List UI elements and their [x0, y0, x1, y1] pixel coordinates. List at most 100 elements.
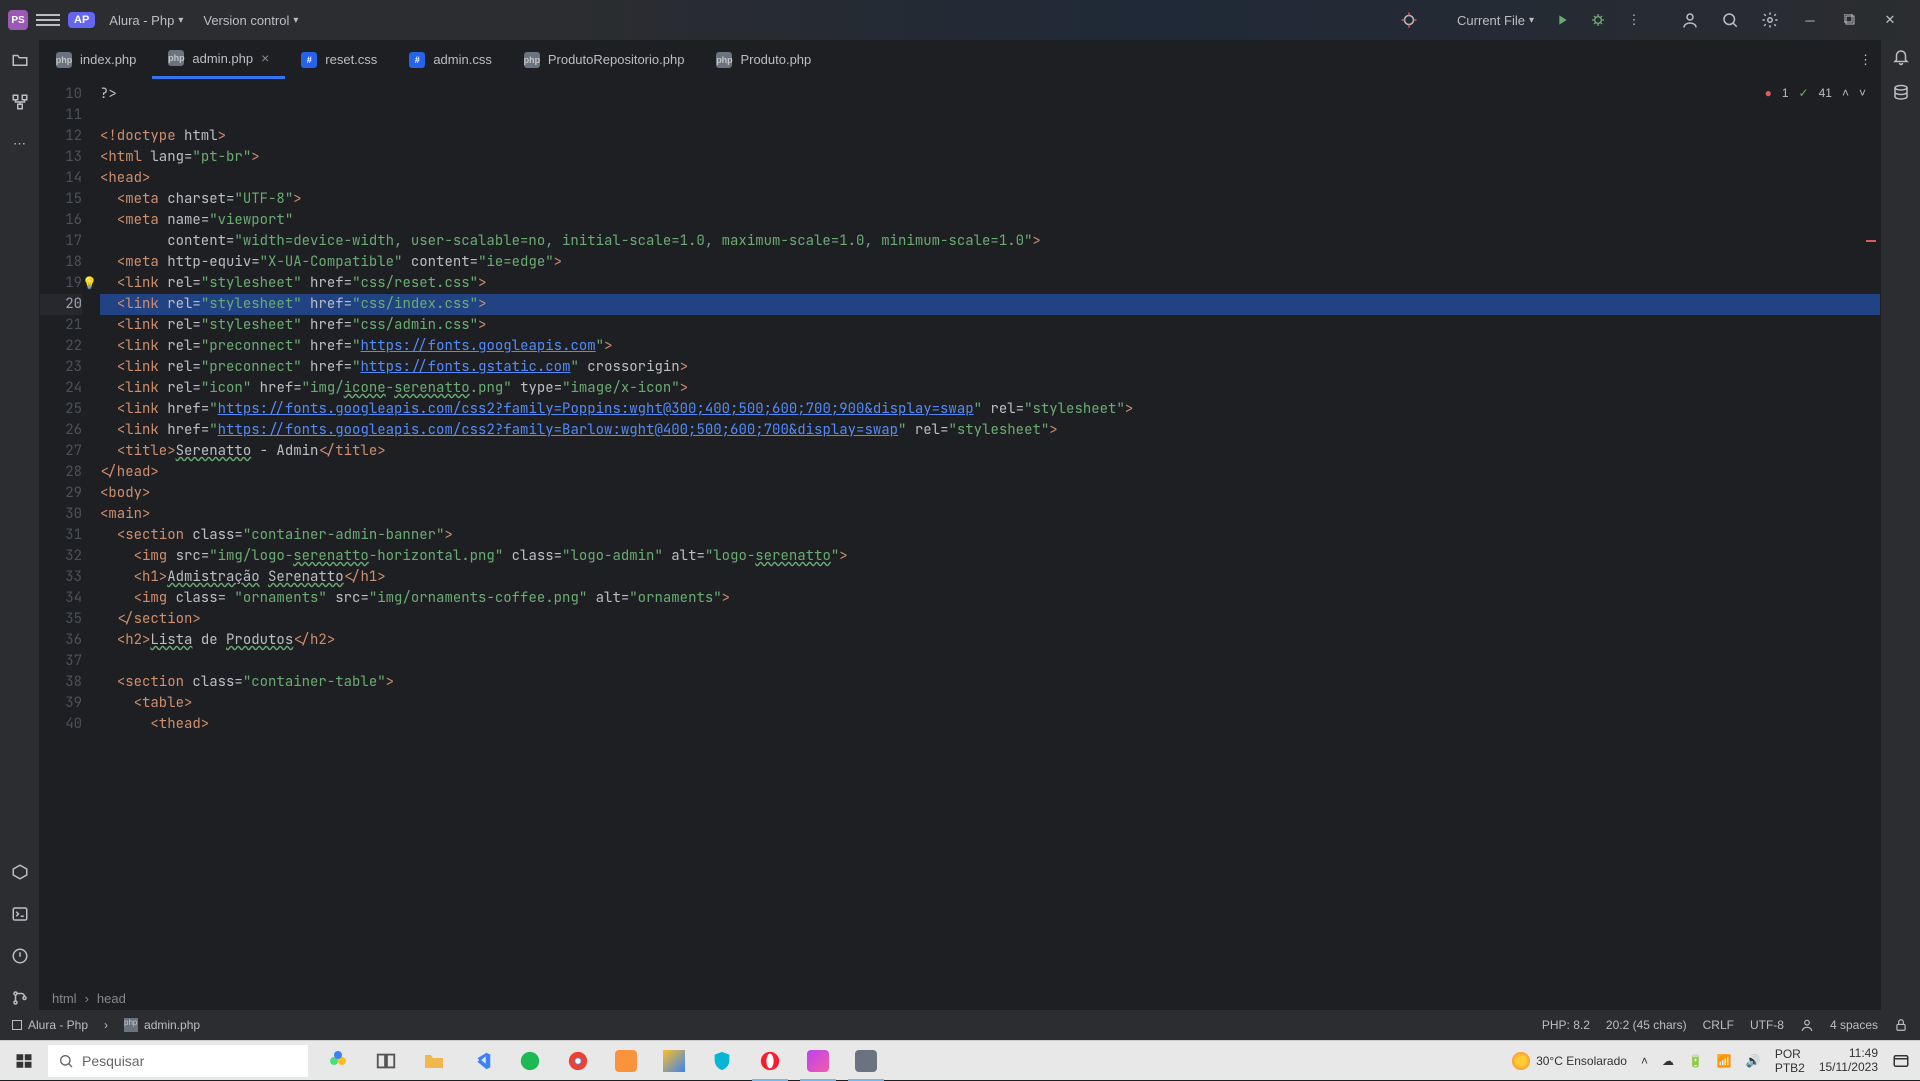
vcs-tool-icon[interactable]	[8, 986, 32, 1010]
search-placeholder: Pesquisar	[82, 1053, 144, 1069]
run-button[interactable]	[1548, 6, 1576, 34]
services-tool-icon[interactable]	[8, 860, 32, 884]
editor-tab[interactable]: php admin.php ×	[152, 40, 285, 79]
tray-language[interactable]: PORPTB2	[1775, 1047, 1805, 1075]
app-icon: PS	[8, 10, 28, 30]
line-number-gutter: 1011121314151617181920212223242526272829…	[40, 80, 100, 986]
tray-notifications-icon[interactable]	[1892, 1052, 1910, 1070]
vcs-dropdown[interactable]: Version control ▾	[197, 9, 304, 32]
status-lock-icon[interactable]	[1894, 1018, 1908, 1032]
tray-chevron-icon[interactable]: ˄	[1641, 1054, 1648, 1068]
php-file-icon: php	[716, 52, 732, 68]
run-config-label: Current File	[1457, 13, 1525, 28]
minimize-window-button[interactable]: ─	[1796, 6, 1824, 34]
debug-bug-icon[interactable]	[1395, 6, 1423, 34]
taskbar-app-shield[interactable]	[700, 1041, 744, 1081]
editor-tabs: php index.php php admin.php × # reset.css #admi…	[40, 40, 1880, 80]
editor-tab[interactable]: phpProduto.php	[700, 40, 827, 79]
taskbar-app-taskview[interactable]	[364, 1041, 408, 1081]
tray-battery-icon[interactable]: 🔋	[1688, 1054, 1703, 1068]
tab-label: admin.php	[192, 51, 253, 66]
php-file-icon: php	[168, 50, 184, 66]
editor-tab[interactable]: #admin.css	[393, 40, 508, 79]
taskbar-app-xampp[interactable]	[604, 1041, 648, 1081]
breadcrumb-bar: html › head	[40, 986, 1880, 1010]
tray-wifi-icon[interactable]: 📶	[1717, 1054, 1732, 1068]
windows-taskbar: Pesquisar 30°C Ensolarado ˄ ☁ 🔋 📶 🔊 PORP…	[0, 1040, 1920, 1080]
editor-tab[interactable]: php index.php	[40, 40, 152, 79]
php-file-icon: php	[524, 52, 540, 68]
css-file-icon: #	[301, 52, 317, 68]
status-file[interactable]: php admin.php	[124, 1018, 200, 1032]
right-toolbar	[1880, 40, 1920, 1010]
more-tools-icon[interactable]: ⋯	[8, 132, 32, 156]
search-icon[interactable]	[1716, 6, 1744, 34]
taskbar-apps	[316, 1041, 888, 1081]
chevron-down-icon: ▾	[178, 15, 183, 26]
taskbar-app-copilot[interactable]	[316, 1041, 360, 1081]
start-button[interactable]	[0, 1041, 48, 1080]
breadcrumb-item[interactable]: head	[97, 991, 126, 1006]
terminal-tool-icon[interactable]	[8, 902, 32, 926]
status-inspections-icon[interactable]	[1800, 1018, 1814, 1032]
tab-label: reset.css	[325, 52, 377, 67]
vcs-label: Version control	[203, 13, 289, 28]
database-tool-icon[interactable]	[1892, 84, 1910, 102]
chevron-down-icon: ▾	[293, 15, 298, 26]
debug-button[interactable]	[1584, 6, 1612, 34]
php-file-icon: php	[124, 1018, 138, 1032]
status-encoding[interactable]: UTF-8	[1750, 1018, 1784, 1032]
tray-date: 15/11/2023	[1819, 1061, 1878, 1075]
status-indent[interactable]: 4 spaces	[1830, 1018, 1878, 1032]
project-badge: AP	[68, 12, 95, 28]
tray-onedrive-icon[interactable]: ☁	[1662, 1054, 1674, 1068]
main-menu-button[interactable]	[36, 8, 60, 32]
main-layout: ⋯ php index.php php admin.php × # reset.css #ad…	[0, 40, 1920, 1010]
editor-tab[interactable]: php ProdutoRepositorio.php	[508, 40, 701, 79]
php-file-icon: php	[56, 52, 72, 68]
project-name-label: Alura - Php	[109, 13, 174, 28]
close-window-button[interactable]: ✕	[1876, 6, 1904, 34]
problems-tool-icon[interactable]	[8, 944, 32, 968]
project-tool-icon[interactable]	[8, 48, 32, 72]
left-toolbar: ⋯	[0, 40, 40, 1010]
taskbar-app-spotify[interactable]	[508, 1041, 552, 1081]
tab-label: ProdutoRepositorio.php	[548, 52, 685, 67]
status-caret-position[interactable]: 20:2 (45 chars)	[1606, 1018, 1687, 1032]
close-tab-icon[interactable]: ×	[261, 50, 269, 66]
code-with-me-icon[interactable]	[1676, 6, 1704, 34]
tab-actions-button[interactable]: ⋮	[1851, 40, 1880, 79]
notifications-icon[interactable]	[1892, 48, 1910, 66]
more-actions-button[interactable]: ⋮	[1620, 6, 1648, 34]
code-content[interactable]: ?><!doctype html><html lang="pt-br"><hea…	[100, 80, 1880, 986]
search-icon	[58, 1053, 74, 1069]
status-file-name: admin.php	[144, 1018, 200, 1032]
run-config-dropdown[interactable]: Current File ▾	[1451, 9, 1540, 32]
settings-icon[interactable]	[1756, 6, 1784, 34]
status-bar: Alura - Php › php admin.php PHP: 8.2 20:…	[0, 1010, 1920, 1040]
restore-window-button[interactable]	[1836, 6, 1864, 34]
status-php-version[interactable]: PHP: 8.2	[1542, 1018, 1590, 1032]
breadcrumb-item[interactable]: html	[52, 991, 77, 1006]
code-editor[interactable]: ●1 ✓41 ˄ ˅ 10111213141516171819202122232…	[40, 80, 1880, 986]
square-icon	[12, 1020, 22, 1030]
breadcrumb-separator: ›	[85, 991, 89, 1006]
structure-tool-icon[interactable]	[8, 90, 32, 114]
taskbar-app-generic2[interactable]	[844, 1041, 888, 1081]
status-project[interactable]: Alura - Php	[12, 1018, 88, 1032]
tray-volume-icon[interactable]: 🔊	[1746, 1054, 1761, 1068]
status-line-separator[interactable]: CRLF	[1703, 1018, 1734, 1032]
taskbar-app-chrome[interactable]	[556, 1041, 600, 1081]
project-dropdown[interactable]: Alura - Php ▾	[103, 9, 189, 32]
weather-widget[interactable]: 30°C Ensolarado	[1512, 1052, 1627, 1070]
taskbar-search[interactable]: Pesquisar	[48, 1045, 308, 1077]
editor-tab[interactable]: # reset.css	[285, 40, 393, 79]
taskbar-app-generic1[interactable]	[652, 1041, 696, 1081]
tray-clock[interactable]: 11:49 15/11/2023	[1819, 1047, 1878, 1075]
taskbar-app-explorer[interactable]	[412, 1041, 456, 1081]
chevron-down-icon: ▾	[1529, 15, 1534, 26]
taskbar-app-opera[interactable]	[748, 1041, 792, 1081]
taskbar-app-phpstorm[interactable]	[796, 1041, 840, 1081]
taskbar-app-vscode[interactable]	[460, 1041, 504, 1081]
tab-label: index.php	[80, 52, 136, 67]
